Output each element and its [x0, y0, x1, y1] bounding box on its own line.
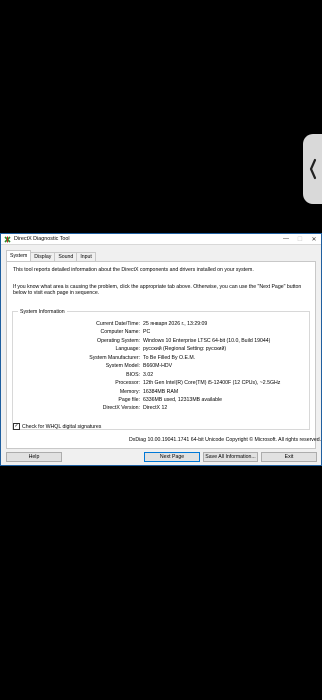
info-row: Current Date/Time: 25 января 2026 г., 13:…: [13, 321, 311, 329]
info-label: Current Date/Time:: [96, 321, 140, 327]
help-button[interactable]: Help: [6, 452, 62, 462]
close-button[interactable]: ✕: [307, 234, 321, 244]
info-label: Processor:: [115, 380, 140, 387]
info-row: DirectX Version: DirectX 12: [13, 405, 311, 413]
info-row: Page file: 6336MB used, 12313MB available: [13, 397, 311, 405]
info-label: Operating System:: [97, 337, 140, 344]
minimize-icon: —: [283, 236, 289, 242]
side-panel-handle[interactable]: [303, 134, 322, 204]
info-value: 25 января 2026 г., 13:29:09: [143, 321, 208, 327]
info-value: русский (Regional Setting: русский): [143, 346, 227, 353]
info-value: PC: [143, 329, 151, 336]
tab-system[interactable]: System: [6, 250, 32, 261]
info-row: System Model: B660M-HDV: [13, 363, 311, 371]
save-all-button[interactable]: Save All Information...: [203, 452, 258, 462]
info-row: Language: русский (Regional Setting: русс…: [13, 346, 311, 354]
info-value: B660M-HDV: [143, 363, 173, 370]
system-information-group: System Information Current Date/Time: 25 …: [12, 309, 311, 430]
info-label: DirectX Version:: [102, 405, 140, 412]
group-title: System Information: [18, 309, 67, 315]
title-bar[interactable]: DirectX Diagnostic Tool — ☐ ✕: [1, 234, 321, 245]
info-value: 12th Gen Intel(R) Core(TM) i5-12400F (12…: [143, 380, 281, 387]
info-label: System Model:: [105, 363, 140, 370]
system-tab-panel: This tool reports detailed information a…: [6, 261, 316, 449]
directx-app-icon: [4, 235, 11, 243]
intro-instructions: If you know what area is causing the pro…: [13, 284, 302, 297]
window-title: DirectX Diagnostic Tool: [14, 236, 70, 242]
whql-label: Check for WHQL digital signatures: [22, 423, 102, 430]
info-label: Memory:: [119, 388, 140, 395]
tab-sound[interactable]: Sound: [54, 252, 78, 261]
check-icon: ✓: [14, 423, 19, 429]
info-label: Computer Name:: [100, 329, 141, 336]
maximize-icon: ☐: [297, 236, 303, 243]
exit-button[interactable]: Exit: [261, 452, 317, 462]
info-row: Computer Name: PC: [13, 329, 311, 337]
system-info-list: Current Date/Time: 25 января 2026 г., 13:…: [13, 321, 311, 414]
info-value: To Be Filled By O.E.M.: [143, 354, 196, 361]
minimize-button[interactable]: —: [279, 234, 293, 244]
tab-display[interactable]: Display: [30, 252, 56, 261]
maximize-button[interactable]: ☐: [293, 234, 307, 244]
dxdiag-window: DirectX Diagnostic Tool — ☐ ✕ System Dis…: [0, 233, 322, 466]
info-value: 16384MB RAM: [143, 388, 179, 395]
info-label: BIOS:: [126, 371, 140, 378]
next-page-button[interactable]: Next Page: [144, 452, 200, 462]
whql-checkbox-row[interactable]: ✓ Check for WHQL digital signatures: [13, 423, 101, 430]
close-icon: ✕: [311, 236, 317, 243]
info-label: Page file:: [118, 396, 140, 403]
info-row: System Manufacturer: To Be Filled By O.E.…: [13, 355, 311, 363]
chevron-left-icon: [308, 157, 318, 181]
tab-strip: System Display Sound Input: [6, 250, 96, 261]
tab-input[interactable]: Input: [76, 252, 96, 261]
whql-checkbox[interactable]: ✓: [13, 423, 20, 430]
info-row: Memory: 16384MB RAM: [13, 389, 311, 397]
intro-text: This tool reports detailed information a…: [13, 267, 254, 273]
info-row: BIOS: 3.02: [13, 372, 311, 380]
info-label: Language:: [115, 346, 140, 353]
info-label: System Manufacturer:: [89, 354, 140, 361]
info-value: 6336MB used, 12313MB available: [143, 396, 223, 403]
info-value: 3.02: [143, 371, 154, 378]
copyright-text: DxDiag 10.00.19041.1741 64-bit Unicode C…: [129, 437, 322, 443]
info-row: Processor: 12th Gen Intel(R) Core(TM) i5-…: [13, 380, 311, 388]
info-value: DirectX 12: [143, 405, 168, 412]
